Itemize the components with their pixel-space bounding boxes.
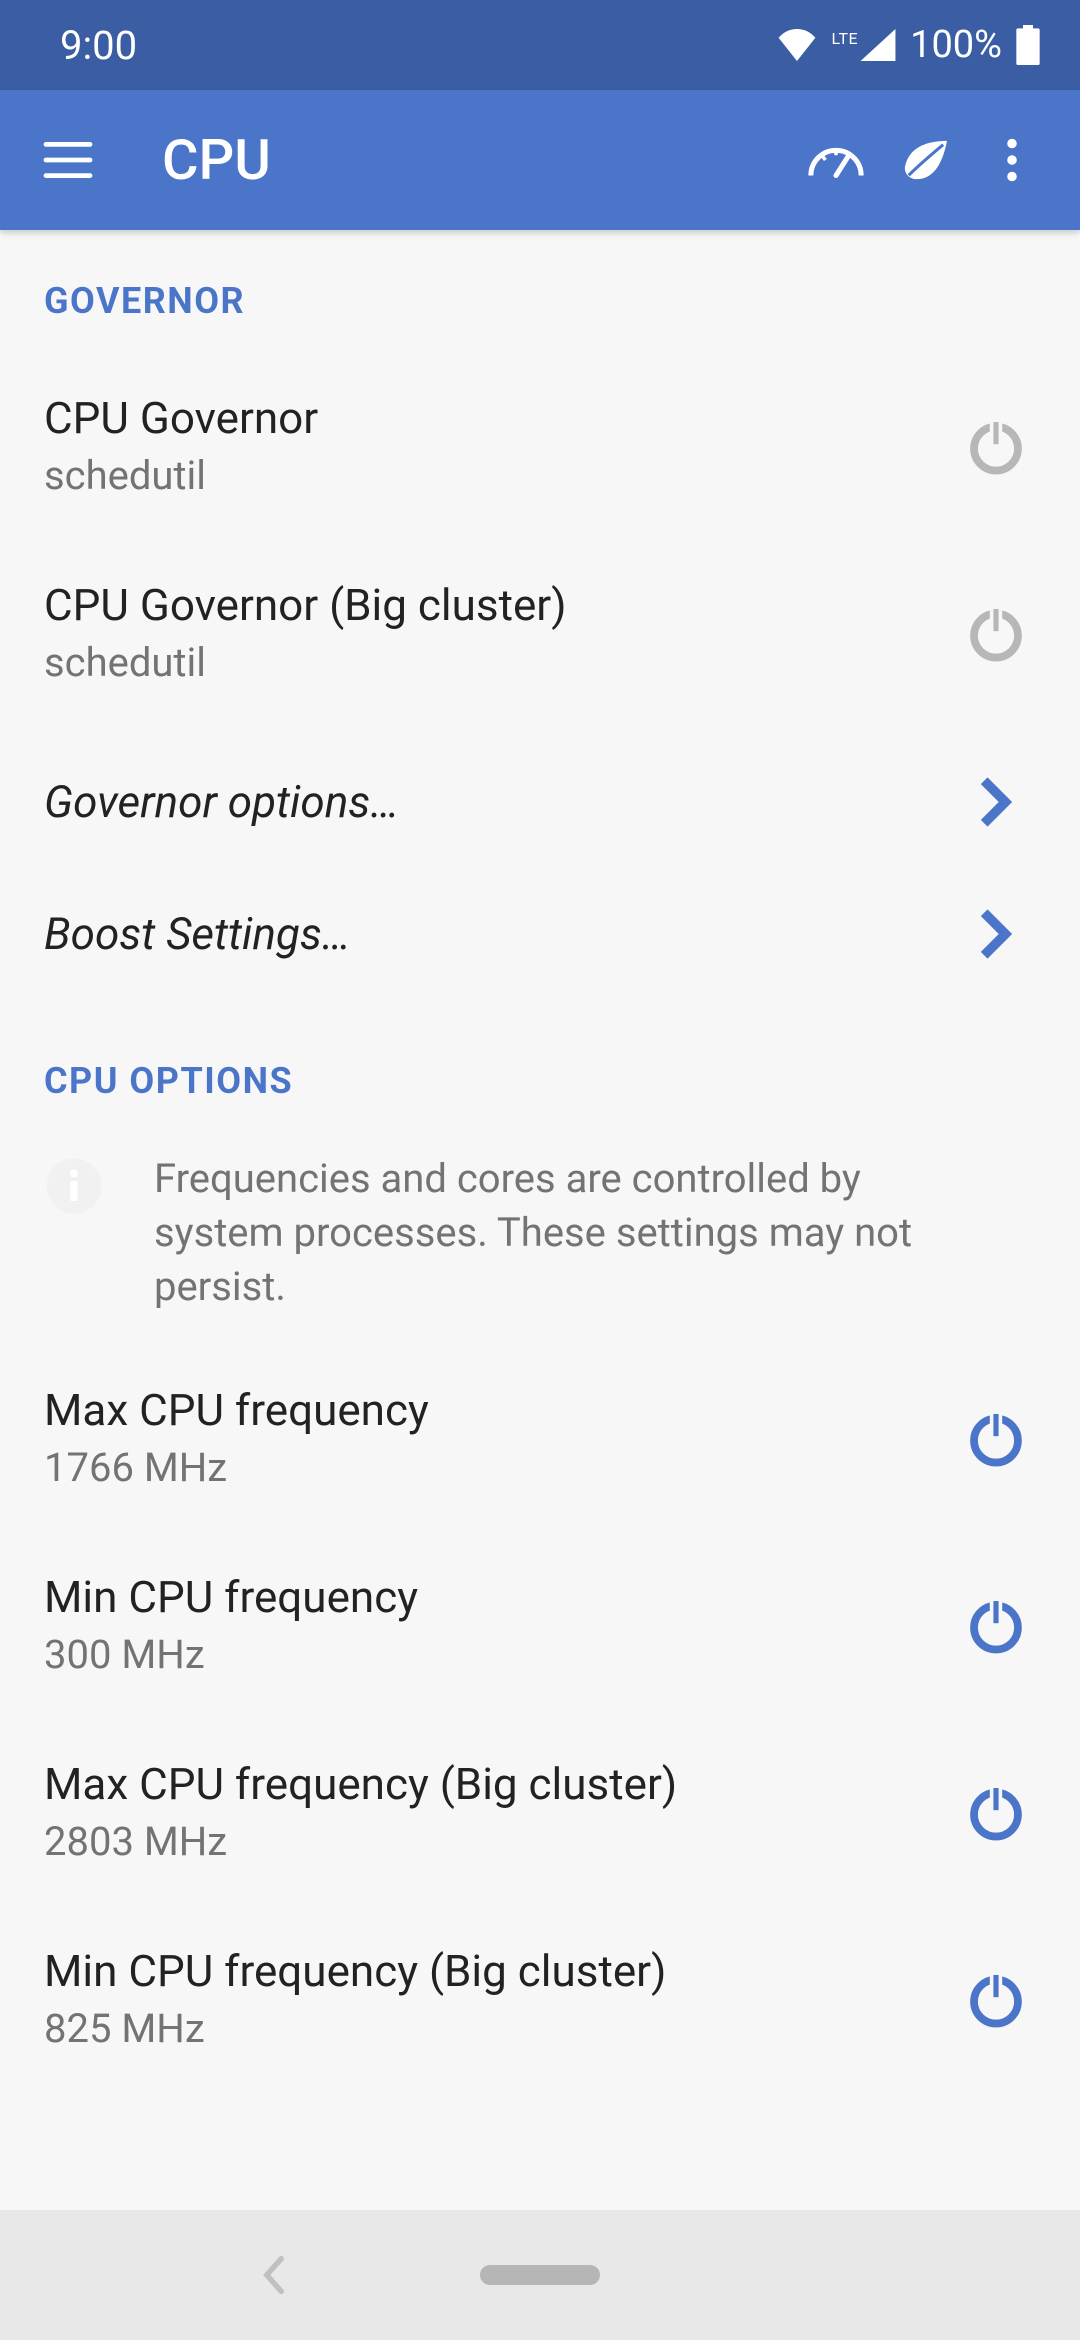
row-max-cpu-freq[interactable]: Max CPU frequency 1766 MHz [0, 1344, 1080, 1531]
nav-back-button[interactable] [260, 2255, 288, 2295]
apply-on-boot-toggle-min-big[interactable] [956, 1968, 1036, 2030]
power-icon [965, 1968, 1027, 2030]
status-right: LTE 100% [777, 23, 1040, 67]
section-header-cpu-options: CPU OPTIONS [0, 1010, 1080, 1132]
row-max-cpu-freq-big[interactable]: Max CPU frequency (Big cluster) 2803 MHz [0, 1718, 1080, 1905]
vertical-dots-icon [1006, 138, 1018, 182]
apply-on-boot-toggle-big[interactable] [956, 602, 1036, 664]
cpu-options-info-text: Frequencies and cores are controlled by … [154, 1152, 1036, 1314]
cpu-governor-big-title: CPU Governor (Big cluster) [44, 579, 956, 631]
power-icon [965, 415, 1027, 477]
row-min-cpu-freq[interactable]: Min CPU frequency 300 MHz [0, 1531, 1080, 1718]
apply-on-boot-toggle-max-big[interactable] [956, 1781, 1036, 1843]
performance-gauge-button[interactable] [792, 116, 880, 204]
hamburger-icon [43, 142, 93, 178]
apply-on-boot-toggle-min[interactable] [956, 1594, 1036, 1656]
governor-options-label: Governor options… [44, 776, 956, 828]
cpu-options-info-row: Frequencies and cores are controlled by … [0, 1132, 1080, 1344]
row-boost-settings[interactable]: Boost Settings… [0, 878, 1080, 1010]
content-area: GOVERNOR CPU Governor schedutil CPU Gove… [0, 230, 1080, 2210]
max-cpu-freq-big-value: 2803 MHz [44, 1818, 956, 1865]
wifi-icon [777, 29, 817, 61]
min-cpu-freq-big-title: Min CPU frequency (Big cluster) [44, 1945, 956, 1997]
min-cpu-freq-value: 300 MHz [44, 1631, 956, 1678]
power-icon [965, 1407, 1027, 1469]
status-time: 9:00 [60, 22, 137, 69]
max-cpu-freq-value: 1766 MHz [44, 1444, 956, 1491]
min-cpu-freq-big-value: 825 MHz [44, 2005, 956, 2052]
row-governor-options[interactable]: Governor options… [0, 726, 1080, 878]
row-cpu-governor[interactable]: CPU Governor schedutil [0, 352, 1080, 539]
max-cpu-freq-big-title: Max CPU frequency (Big cluster) [44, 1758, 956, 1810]
row-min-cpu-freq-big[interactable]: Min CPU frequency (Big cluster) 825 MHz [0, 1905, 1080, 2092]
power-icon [965, 1594, 1027, 1656]
section-header-governor: GOVERNOR [0, 230, 1080, 352]
chevron-right-icon [978, 908, 1014, 960]
leaf-icon [897, 137, 951, 183]
info-icon [44, 1156, 104, 1216]
battery-percent: 100% [910, 23, 1002, 67]
row-cpu-governor-big[interactable]: CPU Governor (Big cluster) schedutil [0, 539, 1080, 726]
cpu-governor-big-value: schedutil [44, 639, 956, 686]
eco-mode-button[interactable] [880, 116, 968, 204]
boost-settings-label: Boost Settings… [44, 908, 956, 960]
page-title: CPU [162, 127, 792, 193]
max-cpu-freq-title: Max CPU frequency [44, 1384, 956, 1436]
menu-button[interactable] [24, 116, 112, 204]
status-bar: 9:00 LTE 100% [0, 0, 1080, 90]
cpu-governor-title: CPU Governor [44, 392, 956, 444]
gauge-icon [807, 140, 865, 180]
app-bar: CPU [0, 90, 1080, 230]
chevron-right-icon [978, 776, 1014, 828]
power-icon [965, 602, 1027, 664]
system-nav-bar [0, 2210, 1080, 2340]
overflow-menu-button[interactable] [968, 116, 1056, 204]
lte-signal-icon: LTE [831, 29, 896, 61]
nav-home-pill[interactable] [480, 2265, 600, 2285]
cpu-governor-value: schedutil [44, 452, 956, 499]
apply-on-boot-toggle[interactable] [956, 415, 1036, 477]
battery-icon [1016, 25, 1040, 65]
power-icon [965, 1781, 1027, 1843]
chevron-left-icon [260, 2255, 288, 2295]
apply-on-boot-toggle-max[interactable] [956, 1407, 1036, 1469]
min-cpu-freq-title: Min CPU frequency [44, 1571, 956, 1623]
